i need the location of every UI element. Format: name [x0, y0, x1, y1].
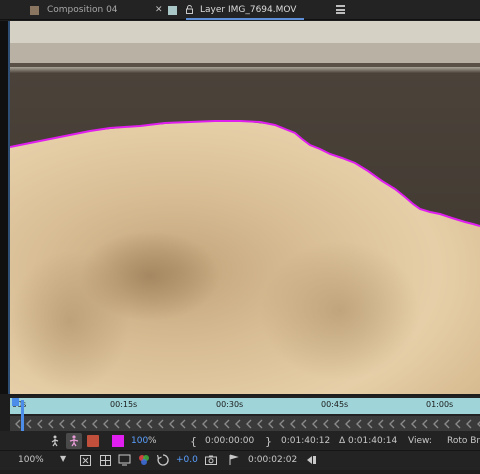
span-chevron-icon	[433, 419, 439, 429]
span-chevron-icon	[290, 419, 296, 429]
ruler-tick: 00:15s	[110, 400, 138, 409]
span-chevron-icon	[125, 419, 131, 429]
duration: Δ 0:01:40:14	[339, 436, 398, 446]
viewer-footer-row: 100% ▼ +0.0 0:00:02:02	[0, 450, 480, 470]
span-chevron-icon	[37, 419, 43, 429]
fit-frame-icon[interactable]	[80, 455, 91, 466]
roto-controls-row: 100 % { 0:00:00:00 } 0:01:40:12 Δ 0:01:4…	[0, 431, 480, 451]
panel-menu-icon[interactable]	[336, 5, 345, 14]
camera-snapshot-icon[interactable]	[205, 455, 217, 465]
span-chevron-icon	[180, 419, 186, 429]
ruler-tick: 00:45s	[321, 400, 349, 409]
time-ruler[interactable]: 00s 00:15s 00:30s 00:45s 01:00s	[10, 396, 480, 416]
viewer-left-gutter	[0, 21, 10, 394]
show-snapshot-icon[interactable]	[228, 454, 239, 466]
span-chevron-icon	[169, 419, 175, 429]
alpha-overlay-icon[interactable]	[87, 435, 99, 447]
span-chevron-icon	[224, 419, 230, 429]
span-chevron-icon	[158, 419, 164, 429]
span-chevron-icon	[59, 419, 65, 429]
work-area-bar[interactable]	[10, 398, 480, 414]
color-channels-icon[interactable]	[138, 454, 150, 466]
close-icon[interactable]: ✕	[155, 0, 163, 20]
span-chevron-icon	[81, 419, 87, 429]
magnification-dropdown[interactable]: 100%	[18, 455, 44, 465]
lock-icon[interactable]	[186, 5, 193, 14]
current-time[interactable]: 0:00:02:02	[248, 455, 297, 465]
view-dropdown[interactable]: Roto Bru	[447, 436, 480, 446]
span-chevron-icon	[334, 419, 340, 429]
span-chevron-icon	[103, 419, 109, 429]
span-chevron-icon	[466, 419, 472, 429]
tab-layer-img[interactable]	[168, 0, 185, 20]
span-chevron-icon	[356, 419, 362, 429]
span-chevron-icon	[400, 419, 406, 429]
span-chevron-icon	[213, 419, 219, 429]
span-chevron-icon	[268, 419, 274, 429]
playhead[interactable]	[21, 400, 24, 432]
span-chevron-icon	[389, 419, 395, 429]
span-chevron-icon	[70, 419, 76, 429]
layer-swatch-icon	[168, 5, 177, 15]
span-chevron-icon	[477, 421, 480, 427]
span-chevron-icon	[345, 419, 351, 429]
person-silhouette-icon[interactable]	[68, 435, 80, 447]
span-chevron-icon	[92, 419, 98, 429]
span-chevron-icon	[136, 419, 142, 429]
grid-icon[interactable]	[100, 455, 111, 466]
roto-frame-span-bar[interactable]	[10, 416, 480, 432]
span-chevron-icon	[323, 419, 329, 429]
span-chevron-icon	[279, 419, 285, 429]
out-time[interactable]: 0:01:40:12	[281, 436, 330, 446]
viewer-tab-bar: Composition 04 ✕ Layer IMG_7694.MOV	[0, 0, 480, 20]
chevron-down-icon[interactable]: ▼	[60, 454, 66, 463]
span-chevron-icon	[114, 419, 120, 429]
in-point-icon[interactable]: {	[190, 435, 197, 448]
span-chevron-icon	[147, 419, 153, 429]
span-chevron-icon	[455, 419, 461, 429]
percent-sign: %	[148, 436, 157, 446]
playhead-handle[interactable]	[12, 398, 19, 406]
span-chevron-icon	[191, 419, 197, 429]
tab-composition-label: Composition 04	[47, 5, 118, 15]
span-chevron-icon	[444, 419, 450, 429]
ruler-tick: 00:30s	[216, 400, 244, 409]
video-frame	[10, 21, 480, 394]
span-chevron-icon	[202, 419, 208, 429]
tab-layer-label: Layer IMG_7694.MOV	[200, 5, 297, 15]
span-chevron-icon	[301, 419, 307, 429]
span-chevron-icon	[246, 419, 252, 429]
span-chevron-icon	[26, 419, 32, 429]
mask-color-swatch[interactable]	[112, 435, 124, 447]
span-chevron-icon	[411, 419, 417, 429]
view-label: View:	[408, 436, 432, 446]
span-chevron-icon	[367, 419, 373, 429]
tab-composition-04[interactable]: Composition 04	[30, 0, 118, 20]
composition-swatch-icon	[30, 5, 39, 15]
span-chevron-icon	[312, 419, 318, 429]
tab-layer-title[interactable]: Layer IMG_7694.MOV	[200, 0, 296, 20]
overlay-percent[interactable]: 100	[131, 436, 148, 446]
span-chevron-icon	[257, 419, 263, 429]
span-chevron-icon	[235, 419, 241, 429]
span-chevron-icon	[48, 419, 54, 429]
in-time[interactable]: 0:00:00:00	[205, 436, 254, 446]
span-chevron-icon	[378, 419, 384, 429]
layer-viewer[interactable]	[10, 21, 480, 394]
out-point-icon[interactable]: }	[265, 435, 272, 448]
reset-exposure-icon[interactable]	[157, 454, 169, 466]
ruler-tick: 01:00s	[426, 400, 454, 409]
safe-margins-icon[interactable]	[118, 454, 131, 466]
run-figure-icon[interactable]	[50, 435, 60, 447]
go-to-time-icon[interactable]	[305, 454, 317, 466]
exposure-value[interactable]: +0.0	[176, 455, 198, 465]
span-chevron-icon	[422, 419, 428, 429]
active-tab-indicator	[186, 18, 304, 20]
